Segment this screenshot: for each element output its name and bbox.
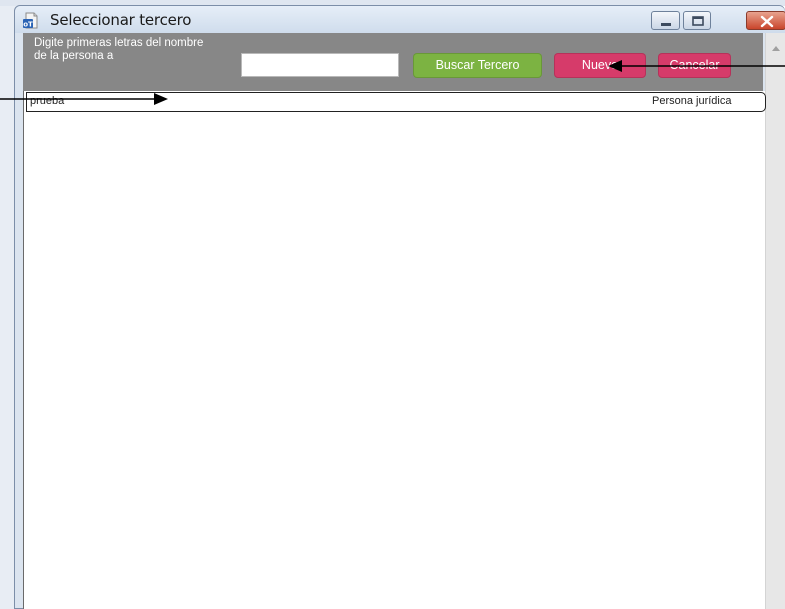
title-bar[interactable]: oT Seleccionar tercero: [15, 6, 785, 33]
close-button[interactable]: [746, 11, 785, 30]
maximize-button[interactable]: [683, 11, 711, 30]
search-toolbar: Digite primeras letras del nombre de la …: [23, 33, 763, 91]
cancel-button[interactable]: Cancelar: [658, 53, 731, 78]
minimize-icon: [661, 23, 671, 26]
third-party-type: Persona jurídica: [652, 95, 732, 107]
search-instructions-label: Digite primeras letras del nombre de la …: [34, 37, 204, 62]
maximize-icon: [692, 16, 704, 26]
close-icon: [760, 15, 774, 28]
third-party-name: prueba: [30, 95, 65, 107]
new-button[interactable]: Nuevo: [554, 53, 646, 78]
minimize-button[interactable]: [651, 11, 680, 30]
window-title: Seleccionar tercero: [50, 11, 192, 29]
search-third-party-button[interactable]: Buscar Tercero: [413, 53, 542, 78]
list-item[interactable]: prueba Persona jurídica: [26, 92, 766, 112]
results-list: prueba Persona jurídica: [23, 91, 766, 609]
select-third-party-window: oT Seleccionar tercero Digite primeras l…: [14, 5, 785, 609]
svg-text:oT: oT: [23, 21, 33, 29]
search-input[interactable]: [241, 53, 399, 77]
scroll-up-arrow-icon[interactable]: [772, 46, 780, 51]
vertical-scrollbar[interactable]: [765, 33, 785, 609]
document-person-icon: oT: [22, 12, 39, 29]
